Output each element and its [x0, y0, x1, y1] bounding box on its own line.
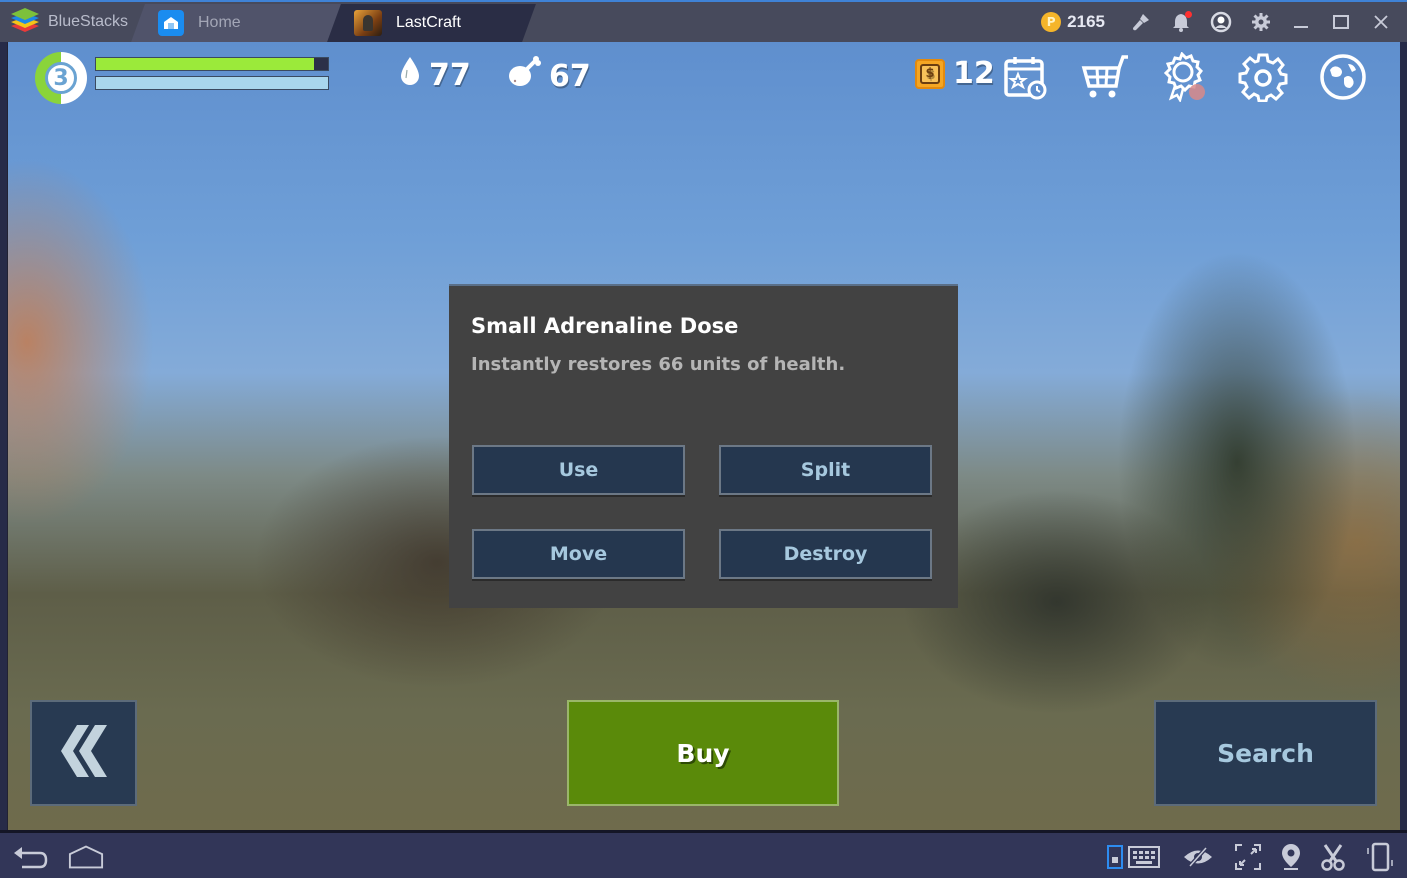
experience-bar: [95, 76, 329, 90]
game-viewport[interactable]: 3 77 67 $ 12 Small Adrenaline Dose Insta…: [7, 42, 1400, 830]
maximize-icon[interactable]: [1321, 2, 1361, 42]
emulator-nav-bar: [0, 830, 1407, 878]
bluestacks-brand[interactable]: BlueStacks: [10, 8, 128, 36]
health-bar-fill: [96, 58, 315, 70]
window-title-bar: BlueStacks Home LastCraft P 2165: [0, 0, 1407, 42]
use-button[interactable]: Use: [472, 445, 685, 495]
food-stat: 67: [507, 56, 591, 96]
achievements-badge-icon[interactable]: [1157, 50, 1211, 104]
account-icon[interactable]: [1201, 2, 1241, 42]
settings-icon[interactable]: [1241, 2, 1281, 42]
item-description: Instantly restores 66 units of health.: [471, 354, 846, 375]
shake-icon[interactable]: [1362, 841, 1398, 873]
item-title: Small Adrenaline Dose: [471, 314, 739, 338]
eye-hidden-icon[interactable]: [1180, 841, 1216, 873]
food-value: 67: [549, 58, 591, 94]
water-value: 77: [429, 57, 471, 93]
move-button[interactable]: Move: [472, 529, 685, 579]
bluestacks-logo-icon: [10, 7, 40, 37]
keymap-icon[interactable]: [1104, 841, 1126, 873]
bell-icon[interactable]: [1161, 2, 1201, 42]
search-button[interactable]: Search: [1154, 700, 1377, 806]
window-frame-left: [0, 42, 7, 830]
tab-lastcraft[interactable]: LastCraft: [327, 4, 536, 42]
double-chevron-left-icon: [57, 723, 111, 783]
scissors-icon[interactable]: [1315, 841, 1351, 873]
coin-icon: P: [1041, 12, 1062, 32]
destroy-button[interactable]: Destroy: [719, 529, 932, 579]
back-icon[interactable]: [12, 841, 48, 873]
level-progress-ring[interactable]: 3: [35, 52, 87, 104]
cash-icon: $: [915, 58, 945, 89]
world-map-icon[interactable]: [1316, 50, 1370, 104]
title-bar-controls: P 2165: [1041, 2, 1407, 42]
minimize-icon[interactable]: [1281, 2, 1321, 42]
keyboard-icon[interactable]: [1126, 841, 1162, 873]
home-icon[interactable]: [68, 841, 104, 873]
water-stat: 77: [399, 56, 471, 94]
health-bar: [95, 57, 329, 71]
shop-cart-icon[interactable]: [1078, 50, 1132, 104]
item-action-dialog: Small Adrenaline Dose Instantly restores…: [449, 284, 958, 608]
tab-home[interactable]: Home: [131, 4, 345, 42]
daily-calendar-icon[interactable]: [999, 50, 1053, 104]
brush-icon[interactable]: [1121, 2, 1161, 42]
buy-button[interactable]: Buy: [567, 700, 839, 806]
cash-stat[interactable]: $ 12: [915, 56, 995, 91]
tab-label: LastCraft: [396, 14, 461, 31]
fullscreen-icon[interactable]: [1230, 841, 1266, 873]
game-settings-icon[interactable]: [1236, 50, 1290, 104]
home-icon: [158, 10, 184, 36]
window-frame-right: [1400, 42, 1407, 830]
close-icon[interactable]: [1361, 2, 1401, 42]
notification-dot: [1185, 11, 1192, 18]
location-icon[interactable]: [1273, 841, 1309, 873]
split-button[interactable]: Split: [719, 445, 932, 495]
coin-count[interactable]: 2165: [1067, 12, 1105, 32]
water-drop-icon: [399, 56, 421, 94]
experience-bar-fill: [96, 77, 328, 89]
back-button[interactable]: [30, 700, 137, 806]
tab-label: Home: [198, 14, 241, 31]
player-level: 3: [45, 62, 77, 94]
app-name: BlueStacks: [48, 13, 129, 30]
lastcraft-game-icon: [354, 10, 382, 36]
cash-value: 12: [953, 56, 995, 91]
drumstick-icon: [507, 56, 541, 96]
